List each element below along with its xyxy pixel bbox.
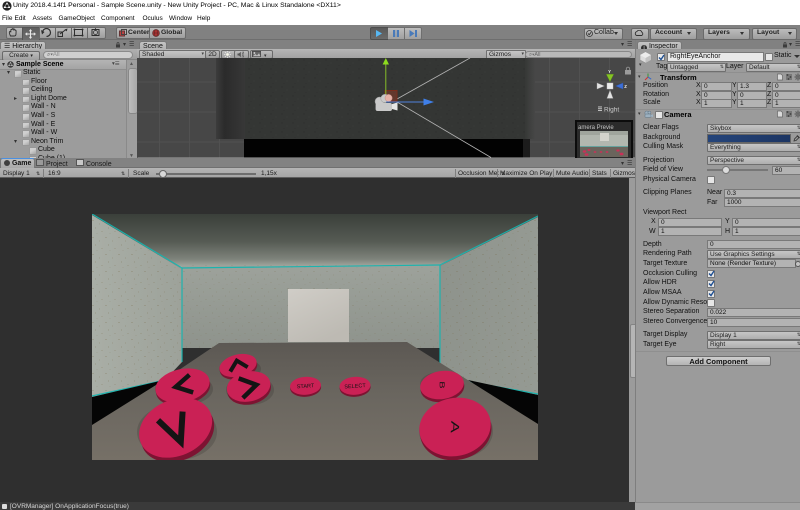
svg-text:Right: Right [604,107,619,114]
svg-text:B: B [438,381,446,388]
svg-text:Z: Z [624,84,627,89]
svg-text:A: A [448,421,462,435]
svg-text:amera Previe: amera Previe [578,125,614,131]
svg-text:Y: Y [608,69,611,74]
svg-text:START: START [297,383,316,390]
